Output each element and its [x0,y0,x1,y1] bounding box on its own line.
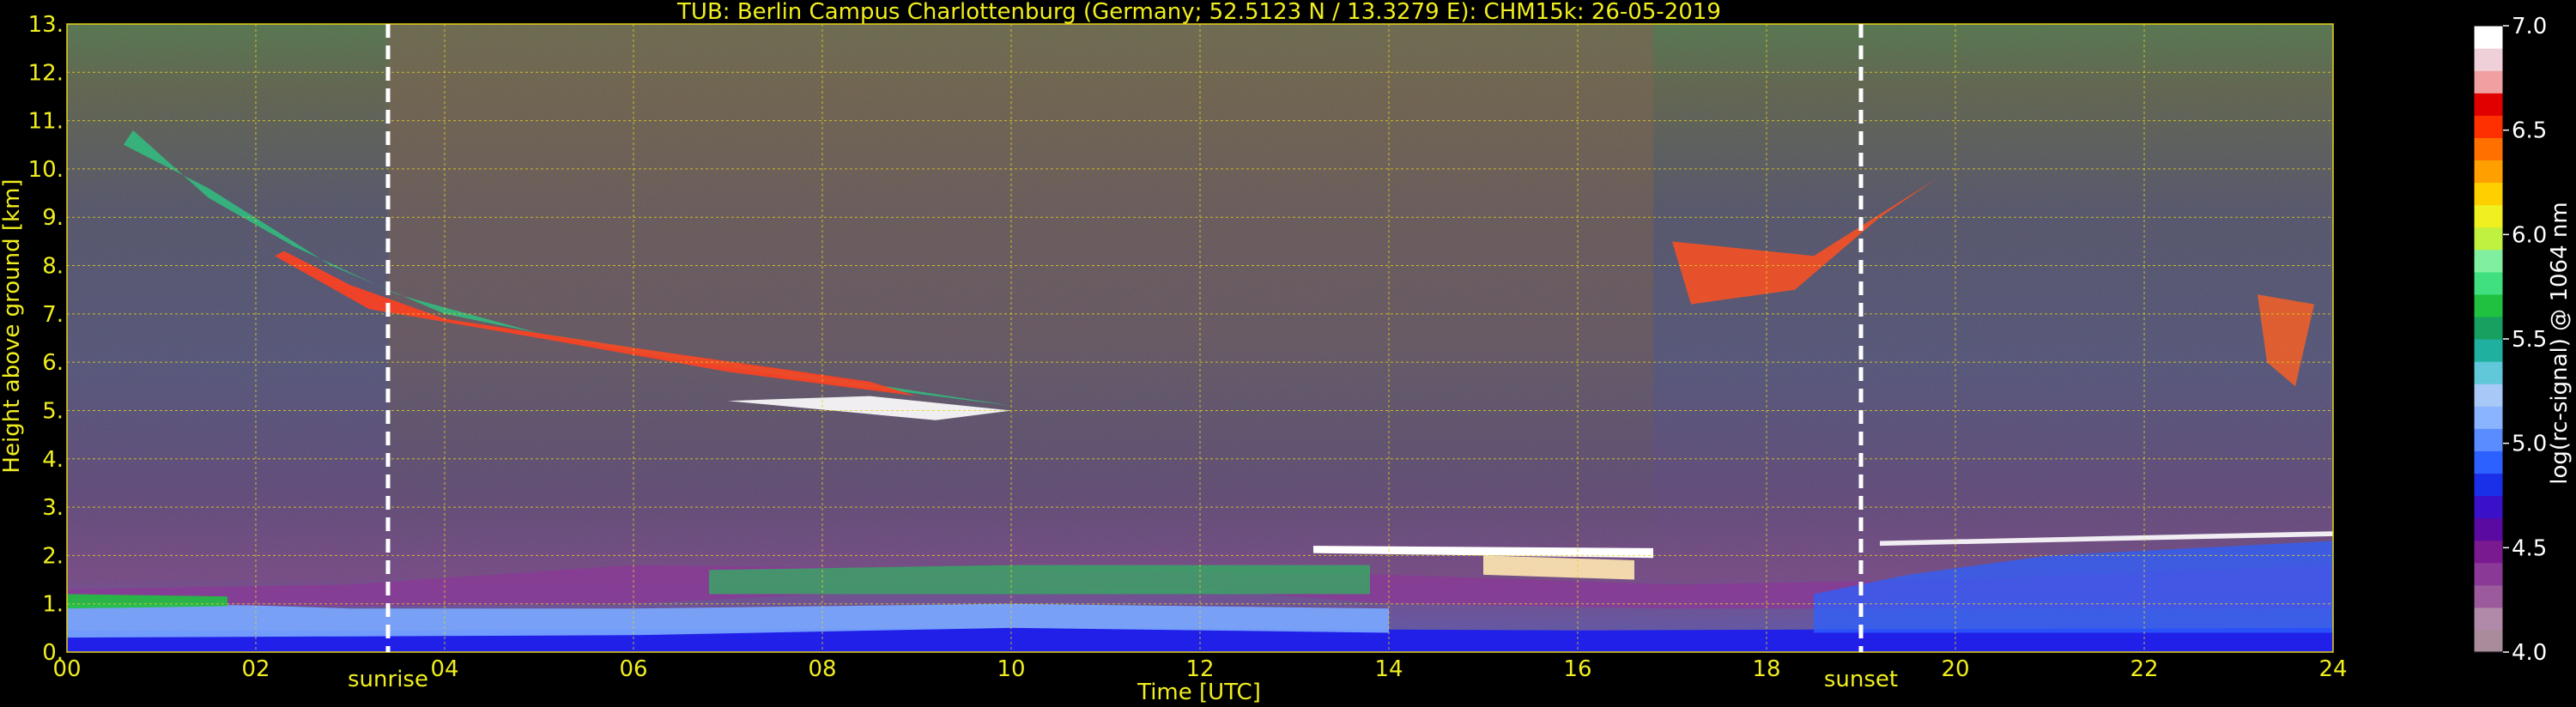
colorbar-swatch [2474,316,2503,340]
chart-title: TUB: Berlin Campus Charlottenburg (Germa… [676,0,1721,25]
colorbar-swatch [2474,495,2503,519]
y-tick-label: 5. [42,398,64,424]
x-tick-label: 20 [1941,656,1969,682]
sun-marker-label: sunrise [348,667,428,692]
colorbar-swatch [2474,629,2503,653]
colorbar-swatch [2474,584,2503,608]
sun-marker-label: sunset [1824,667,1898,692]
colorbar-swatch [2474,204,2503,228]
colorbar-swatch [2474,249,2503,273]
x-tick-label: 18 [1752,656,1780,682]
x-tick-label: 04 [430,656,458,682]
y-tick-label: 11. [28,109,64,135]
y-tick-label: 0. [42,640,64,666]
x-tick-label: 10 [997,656,1025,682]
x-tick-label: 22 [2130,656,2158,682]
colorbar-swatch [2474,271,2503,295]
y-axis-label: Height above ground [km] [0,178,25,473]
x-tick-label: 06 [619,656,647,682]
colorbar-swatch [2474,361,2503,384]
colorbar-swatch [2474,473,2503,497]
aerosol-layer [709,565,1370,595]
colorbar: 4.0 4.5 5.0 5.5 6.0 6.5 7.0 log(rc-signal) @ 1… [2473,14,2573,666]
x-tick-label: 16 [1563,656,1591,682]
y-tick-labels: 0. 1. 2. 3. 4. 5. 6. 7. 8. 9. 10. 11. 12. 13. [28,12,64,666]
x-tick-label: 02 [241,656,270,682]
y-tick-label: 8. [42,254,64,280]
colorbar-tick-label: 4.5 [2512,535,2547,561]
y-tick-label: 1. [42,592,64,618]
colorbar-swatch [2474,428,2503,451]
colorbar-swatch [2474,48,2503,71]
colorbar-tick-label: 5.5 [2512,327,2547,353]
colorbar-swatch [2474,562,2503,586]
colorbar-tick-label: 5.0 [2512,432,2547,457]
colorbar-swatch [2474,339,2503,362]
y-tick-label: 4. [42,447,64,473]
colorbar-tick-label: 6.5 [2512,118,2547,144]
colorbar-swatch [2474,70,2503,94]
x-tick-label: 14 [1374,656,1403,682]
x-tick-label: 08 [808,656,836,682]
colorbar-swatch [2474,450,2503,474]
colorbar-tick-label: 4.0 [2512,640,2547,666]
morning-aerosol [67,594,227,609]
colorbar-swatch [2474,182,2503,206]
x-tick-label: 12 [1185,656,1214,682]
colorbar-swatch [2474,607,2503,631]
colorbar-swatch [2474,26,2503,49]
colorbar-swatch [2474,137,2503,161]
colorbar-swatch [2474,293,2503,317]
y-tick-label: 6. [42,350,64,376]
colorbar-tick-label: 6.0 [2512,222,2547,248]
y-tick-label: 7. [42,302,64,328]
colorbar-swatch [2474,160,2503,184]
colorbar-swatch [2474,115,2503,138]
colorbar-swatch [2474,384,2503,407]
colorbar-label: log(rc-signal) @ 1064 nm [2547,202,2573,484]
y-tick-label: 12. [28,60,64,86]
colorbar-swatch [2474,227,2503,251]
x-axis-label: Time [UTC] [1136,680,1261,705]
y-tick-label: 13. [28,12,64,38]
y-tick-label: 9. [42,205,64,231]
colorbar-swatch [2474,93,2503,116]
lidar-figure: sunrise sunset 00 02 04 06 08 10 12 14 16 18 20 22 24… [0,0,2573,705]
y-tick-label: 2. [42,543,64,569]
colorbar-swatch [2474,406,2503,429]
colorbar-tick-label: 7.0 [2512,14,2547,39]
y-tick-label: 3. [42,495,64,521]
colorbar-tick-labels: 4.0 4.5 5.0 5.5 6.0 6.5 7.0 [2503,14,2547,666]
colorbar-swatches [2474,26,2503,653]
colorbar-swatch [2474,517,2503,541]
colorbar-swatch [2474,540,2503,564]
y-tick-label: 10. [28,157,64,183]
x-tick-label: 24 [2318,656,2347,682]
